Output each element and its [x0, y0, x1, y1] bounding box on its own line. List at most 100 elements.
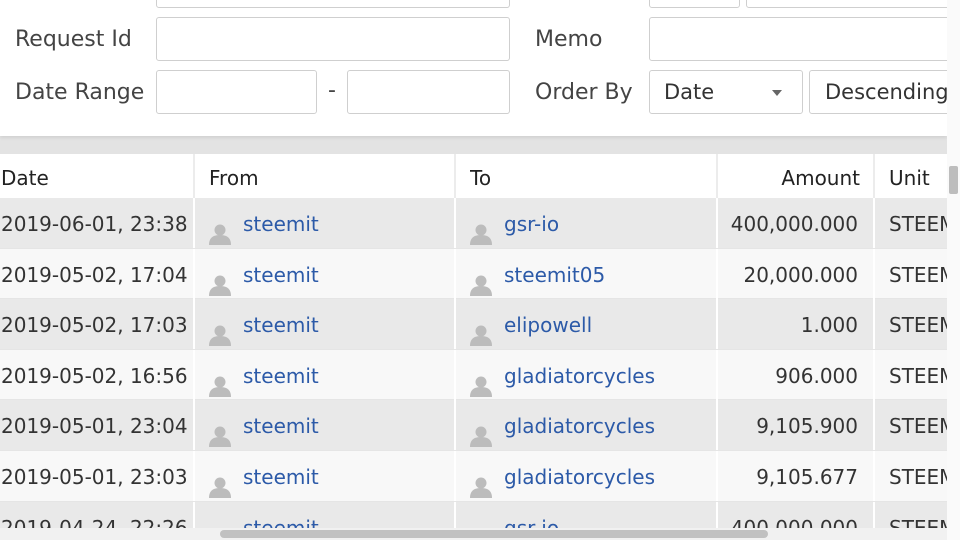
cell-from: steemit [195, 451, 456, 501]
cell-amount: 9,105.677 [718, 451, 875, 501]
user-avatar-icon [209, 212, 231, 245]
user-avatar-icon [470, 516, 492, 528]
cell-unit: STEEM [889, 363, 947, 388]
user-avatar-icon [470, 364, 492, 397]
column-header-unit[interactable]: Unit [889, 154, 947, 198]
cell-amount: 1.000 [718, 299, 875, 350]
cell-from: steemit [195, 349, 456, 400]
top-field-small[interactable] [649, 0, 740, 8]
cell-unit: STEEM [889, 262, 947, 287]
table-row: 2019-06-01, 23:38 steemit gsr-io 400,000.00… [0, 198, 947, 249]
chevron-down-icon [772, 90, 782, 96]
to-account-link[interactable]: gsr-io [504, 502, 559, 528]
cell-date: 2019-05-02, 17:03 [0, 299, 195, 350]
table-row: 2019-05-02, 17:03 steemit elipowell 1.000 ST… [0, 299, 947, 350]
from-account-link[interactable]: steemit [243, 299, 319, 349]
column-divider [454, 154, 456, 198]
table-row: 2019-05-01, 23:03 steemit gladiatorcycles 9… [0, 451, 947, 502]
cell-date: 2019-05-01, 23:04 [0, 400, 195, 451]
date-range-separator: - [328, 78, 336, 103]
order-direction-select[interactable]: Descending [809, 70, 959, 114]
cell-to: steemit05 [456, 248, 718, 299]
cell-to: gsr-io [456, 198, 718, 248]
table-row: 2019-05-01, 23:04 steemit gladiatorcycles 9… [0, 400, 947, 451]
to-account-link[interactable]: gladiatorcycles [504, 451, 655, 501]
cell-amount: 400,000.000 [718, 198, 875, 248]
table-header: Date From To Amount Unit [0, 154, 947, 199]
cell-date: 2019-06-01, 23:38 [0, 198, 195, 248]
user-avatar-icon [209, 465, 231, 498]
order-by-select[interactable]: Date [649, 70, 803, 114]
column-header-date[interactable]: Date [1, 154, 191, 198]
memo-label: Memo [535, 27, 603, 52]
cell-to: gladiatorcycles [456, 451, 718, 501]
cell-amount: 20,000.000 [718, 248, 875, 299]
top-field-left[interactable] [156, 0, 510, 8]
cell-unit: STEEM [889, 212, 947, 236]
user-avatar-icon [209, 414, 231, 448]
column-header-amount[interactable]: Amount [718, 154, 860, 198]
from-account-link[interactable]: steemit [243, 451, 319, 501]
order-by-value: Date [664, 80, 715, 104]
cell-date: 2019-05-02, 16:56 [0, 349, 195, 400]
column-divider [873, 154, 875, 198]
user-avatar-icon [470, 465, 492, 498]
column-divider [193, 154, 195, 198]
memo-input[interactable] [649, 17, 959, 61]
request-id-label: Request Id [15, 27, 132, 52]
filter-panel: Request Id Memo Date Range - Order By Da… [0, 0, 959, 136]
user-avatar-icon [470, 212, 492, 245]
cell-unit: STEEM [889, 414, 947, 439]
from-account-link[interactable]: steemit [243, 350, 319, 400]
from-account-link[interactable]: steemit [243, 249, 319, 299]
order-direction-value: Descending [825, 80, 949, 104]
table-row: 2019-04-24, 22:26 steemit gsr-io 400,000.00… [0, 501, 947, 528]
cell-to: elipowell [456, 299, 718, 350]
cell-from: steemit [195, 501, 456, 528]
cell-unit: STEEM [889, 465, 947, 489]
cell-from: steemit [195, 198, 456, 248]
user-avatar-icon [470, 414, 492, 448]
cell-from: steemit [195, 299, 456, 350]
cell-from: steemit [195, 248, 456, 299]
vertical-scrollbar[interactable] [947, 0, 960, 540]
from-account-link[interactable]: steemit [243, 502, 319, 528]
from-account-link[interactable]: steemit [243, 400, 319, 450]
from-account-link[interactable]: steemit [243, 198, 319, 248]
table-row: 2019-05-02, 16:56 steemit gladiatorcycles 9… [0, 349, 947, 401]
user-avatar-icon [209, 364, 231, 397]
user-avatar-icon [209, 313, 231, 347]
cell-to: gladiatorcycles [456, 349, 718, 400]
cell-from: steemit [195, 400, 456, 451]
to-account-link[interactable]: gsr-io [504, 198, 559, 248]
cell-to: gsr-io [456, 501, 718, 528]
column-header-from[interactable]: From [209, 154, 449, 198]
column-header-to[interactable]: To [470, 154, 710, 198]
cell-date: 2019-05-02, 17:04 [0, 248, 195, 299]
table-row: 2019-05-02, 17:04 steemit steemit05 20,000.… [0, 248, 947, 300]
user-avatar-icon [209, 516, 231, 528]
date-range-end-input[interactable] [347, 70, 510, 114]
to-account-link[interactable]: gladiatorcycles [504, 350, 655, 400]
to-account-link[interactable]: steemit05 [504, 249, 605, 299]
request-id-input[interactable] [156, 17, 510, 61]
vertical-scrollbar-thumb[interactable] [949, 166, 958, 194]
cell-amount: 9,105.900 [718, 400, 875, 451]
date-range-label: Date Range [15, 80, 145, 105]
order-by-label: Order By [535, 80, 633, 105]
user-avatar-icon [209, 263, 231, 296]
cell-unit: STEEM [889, 515, 947, 528]
top-field-right[interactable] [746, 0, 956, 8]
cell-date: 2019-05-01, 23:03 [0, 451, 195, 501]
to-account-link[interactable]: elipowell [504, 299, 592, 349]
user-avatar-icon [470, 263, 492, 296]
cell-to: gladiatorcycles [456, 400, 718, 451]
user-avatar-icon [470, 313, 492, 347]
horizontal-scrollbar-thumb[interactable] [220, 530, 768, 538]
cell-amount: 906.000 [718, 349, 875, 400]
to-account-link[interactable]: gladiatorcycles [504, 400, 655, 450]
date-range-start-input[interactable] [156, 70, 317, 114]
cell-unit: STEEM [889, 313, 947, 338]
transfers-table: Date From To Amount Unit 2019-06-01, 23:… [0, 154, 947, 528]
cell-date: 2019-04-24, 22:26 [0, 501, 195, 528]
